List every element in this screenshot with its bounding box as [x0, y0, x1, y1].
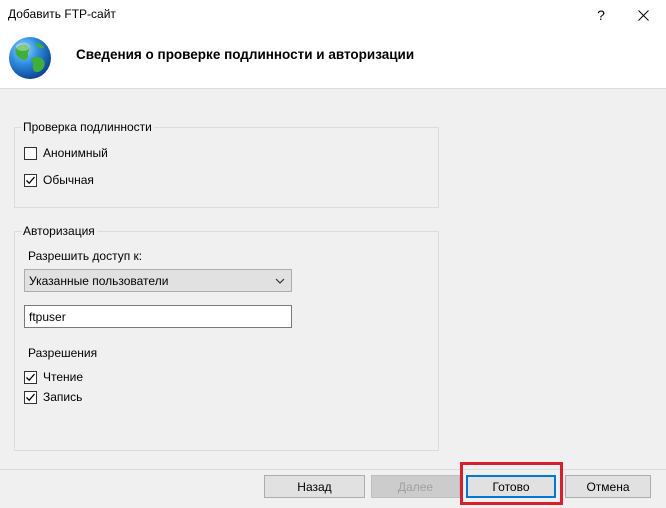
permissions-label: Разрешения	[28, 346, 98, 360]
read-checkbox-box[interactable]	[24, 370, 37, 384]
users-input[interactable]: ftpuser	[24, 305, 292, 328]
basic-checkbox[interactable]: Обычная	[24, 172, 94, 188]
chevron-down-icon	[275, 278, 285, 284]
write-label: Запись	[43, 390, 83, 404]
allow-access-value: Указанные пользователи	[29, 273, 169, 288]
basic-label: Обычная	[43, 173, 94, 187]
read-checkbox[interactable]: Чтение	[24, 369, 83, 385]
page-title: Сведения о проверке подлинности и автори…	[76, 47, 415, 62]
next-button[interactable]: Далее	[371, 475, 460, 498]
wizard-header: Сведения о проверке подлинности и автори…	[0, 30, 666, 88]
checkmark-icon	[26, 393, 35, 401]
close-icon	[637, 9, 649, 21]
authentication-group-title: Проверка подлинности	[21, 120, 154, 134]
wizard-body: Проверка подлинности Анонимный Обычная А…	[0, 89, 666, 469]
authorization-group: Авторизация	[14, 224, 439, 451]
close-button[interactable]	[620, 0, 666, 30]
back-button[interactable]: Назад	[264, 475, 365, 498]
basic-checkbox-box[interactable]	[24, 173, 37, 187]
checkmark-icon	[26, 373, 35, 381]
finish-button[interactable]: Готово	[466, 475, 556, 498]
checkmark-icon	[26, 176, 35, 184]
anonymous-label: Анонимный	[43, 146, 108, 160]
wizard-footer: Назад Далее Готово Отмена	[0, 470, 666, 508]
help-button[interactable]: ?	[578, 0, 624, 30]
allow-access-select[interactable]: Указанные пользователи	[24, 269, 292, 292]
globe-icon	[9, 37, 51, 79]
cancel-button[interactable]: Отмена	[565, 475, 651, 498]
authorization-group-title: Авторизация	[21, 224, 97, 238]
read-label: Чтение	[43, 370, 84, 384]
window-title: Добавить FTP-сайт	[8, 7, 116, 21]
anonymous-checkbox-box[interactable]	[24, 146, 37, 160]
allow-access-label: Разрешить доступ к:	[28, 249, 143, 263]
write-checkbox[interactable]: Запись	[24, 389, 82, 405]
anonymous-checkbox[interactable]: Анонимный	[24, 145, 108, 161]
authentication-group: Проверка подлинности	[14, 120, 439, 208]
title-bar: Добавить FTP-сайт ?	[0, 0, 666, 30]
write-checkbox-box[interactable]	[24, 390, 37, 404]
